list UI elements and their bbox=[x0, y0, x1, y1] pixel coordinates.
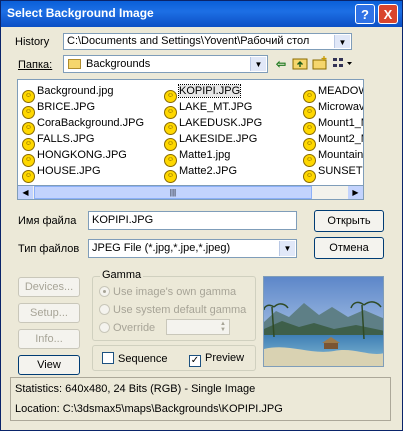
close-button[interactable]: X bbox=[378, 4, 398, 24]
list-item[interactable]: ☺ LAKE_MT.JPG bbox=[164, 99, 262, 119]
preview-landscape bbox=[264, 277, 383, 366]
scroll-thumb[interactable]: ||| bbox=[34, 186, 312, 199]
history-label: History bbox=[15, 36, 50, 48]
list-item[interactable]: ☺ HOUSE.JPG bbox=[22, 163, 144, 183]
file-column-1: ☺ Background.jpg ☺ BRICE.JPG ☺ CoraBackgrou… bbox=[22, 83, 144, 183]
preview-checkbox[interactable]: ✓ Preview bbox=[189, 352, 244, 367]
folder-dropdown[interactable]: Backgrounds ▼ bbox=[63, 55, 268, 73]
spinner-arrows-icon[interactable]: ▲ ▼ bbox=[218, 321, 228, 333]
up-folder-icon[interactable] bbox=[292, 56, 308, 72]
list-item[interactable]: ☺SUNSET90.JPG bbox=[303, 163, 363, 183]
filetype-label: Тип файлов bbox=[18, 243, 80, 255]
list-item[interactable]: ☺MEADOW1.JPG bbox=[303, 83, 363, 103]
horizontal-scrollbar[interactable]: ◀ ||| ▶ bbox=[17, 185, 364, 200]
list-item[interactable]: ☺ Matte2.JPG bbox=[164, 163, 262, 183]
list-item[interactable]: ☺ Background.jpg bbox=[22, 83, 144, 103]
devices-button[interactable]: Devices... bbox=[18, 277, 80, 297]
checkbox-icon bbox=[102, 352, 114, 364]
gamma-system-radio[interactable]: Use system default gamma bbox=[99, 304, 246, 316]
list-item[interactable]: ☺ HONGKONG.JPG bbox=[22, 147, 144, 167]
help-button[interactable]: ? bbox=[355, 4, 375, 24]
gamma-legend: Gamma bbox=[100, 269, 144, 281]
back-icon[interactable]: ⇦ bbox=[273, 56, 289, 72]
list-item[interactable]: ☺Mount2_Mask.jpg bbox=[303, 131, 363, 151]
list-item[interactable]: ☺MicrowaveBackg bbox=[303, 99, 363, 119]
radio-icon bbox=[99, 286, 110, 297]
list-item[interactable]: ☺Mountains.jpg bbox=[303, 147, 363, 167]
list-item[interactable]: ☺ Matte1.jpg bbox=[164, 147, 262, 167]
list-item[interactable]: ☺ LAKEDUSK.JPG bbox=[164, 115, 262, 135]
location-text: Location: C:\3dsmax5\maps\Backgrounds\KO… bbox=[15, 403, 283, 415]
view-menu-icon[interactable] bbox=[332, 56, 354, 72]
smiley-file-icon: ☺ bbox=[303, 170, 316, 183]
gamma-override-spinner[interactable]: ▲ ▼ bbox=[166, 319, 230, 335]
cancel-button[interactable]: Отмена bbox=[314, 237, 384, 259]
list-item[interactable]: ☺ FALLS.JPG bbox=[22, 131, 144, 151]
radio-icon bbox=[99, 304, 110, 315]
smiley-file-icon: ☺ bbox=[164, 170, 177, 183]
gamma-own-radio[interactable]: Use image's own gamma bbox=[99, 286, 236, 298]
scroll-left-icon[interactable]: ◀ bbox=[18, 186, 33, 199]
scroll-right-icon[interactable]: ▶ bbox=[348, 186, 363, 199]
window-title: Select Background Image bbox=[7, 6, 154, 20]
chevron-down-icon[interactable]: ▼ bbox=[334, 35, 350, 48]
list-item[interactable]: ☺Mount1_Mask.jpg bbox=[303, 115, 363, 135]
list-item[interactable]: ☺ BRICE.JPG bbox=[22, 99, 144, 119]
smiley-file-icon: ☺ bbox=[22, 170, 35, 183]
info-button[interactable]: Info... bbox=[18, 329, 80, 349]
chevron-down-icon[interactable]: ▼ bbox=[279, 241, 295, 256]
folder-value: Backgrounds bbox=[86, 58, 151, 70]
file-list[interactable]: ☺ Background.jpg ☺ BRICE.JPG ☺ CoraBackgrou… bbox=[17, 79, 364, 199]
title-bar[interactable]: Select Background Image ? X bbox=[1, 1, 402, 27]
filename-input[interactable]: KOPIPI.JPG bbox=[88, 211, 297, 230]
gamma-override-radio[interactable]: Override bbox=[99, 322, 155, 334]
view-button[interactable]: View bbox=[18, 355, 80, 375]
list-item[interactable]: ☺ LAKESIDE.JPG bbox=[164, 131, 262, 151]
sequence-checkbox[interactable]: Sequence bbox=[102, 352, 168, 365]
file-column-2: ☺ KOPIPI.JPG ☺ LAKE_MT.JPG ☺ LAKEDUSK.JPG ☺… bbox=[164, 83, 262, 183]
status-panel: Statistics: 640x480, 24 Bits (RGB) - Sin… bbox=[10, 377, 391, 421]
history-dropdown[interactable]: C:\Documents and Settings\Yovent\Рабочий… bbox=[63, 33, 352, 50]
new-folder-icon[interactable] bbox=[312, 56, 328, 72]
setup-button[interactable]: Setup... bbox=[18, 303, 80, 323]
filename-label: Имя файла bbox=[18, 215, 77, 227]
filetype-value: JPEG File (*.jpg,*.jpe,*.jpeg) bbox=[92, 242, 231, 254]
history-value: C:\Documents and Settings\Yovent\Рабочий… bbox=[67, 35, 310, 47]
open-button[interactable]: Открыть bbox=[314, 210, 384, 232]
folder-label: Папка: bbox=[18, 59, 53, 71]
radio-icon bbox=[99, 322, 110, 333]
list-item[interactable]: ☺ CoraBackground.JPG bbox=[22, 115, 144, 135]
folder-icon bbox=[68, 59, 81, 69]
file-column-3: ☺MEADOW1.JPG ☺MicrowaveBackg ☺Mount1_Mas… bbox=[303, 83, 363, 183]
chevron-down-icon[interactable]: ▼ bbox=[250, 57, 266, 71]
statistics-text: Statistics: 640x480, 24 Bits (RGB) - Sin… bbox=[15, 383, 256, 395]
select-background-dialog: Select Background Image ? X History C:\D… bbox=[0, 0, 403, 431]
list-item-selected[interactable]: ☺ KOPIPI.JPG bbox=[164, 83, 262, 103]
filetype-dropdown[interactable]: JPEG File (*.jpg,*.jpe,*.jpeg) ▼ bbox=[88, 239, 297, 258]
preview-image bbox=[263, 276, 384, 367]
checkmark-icon: ✓ bbox=[189, 355, 201, 367]
